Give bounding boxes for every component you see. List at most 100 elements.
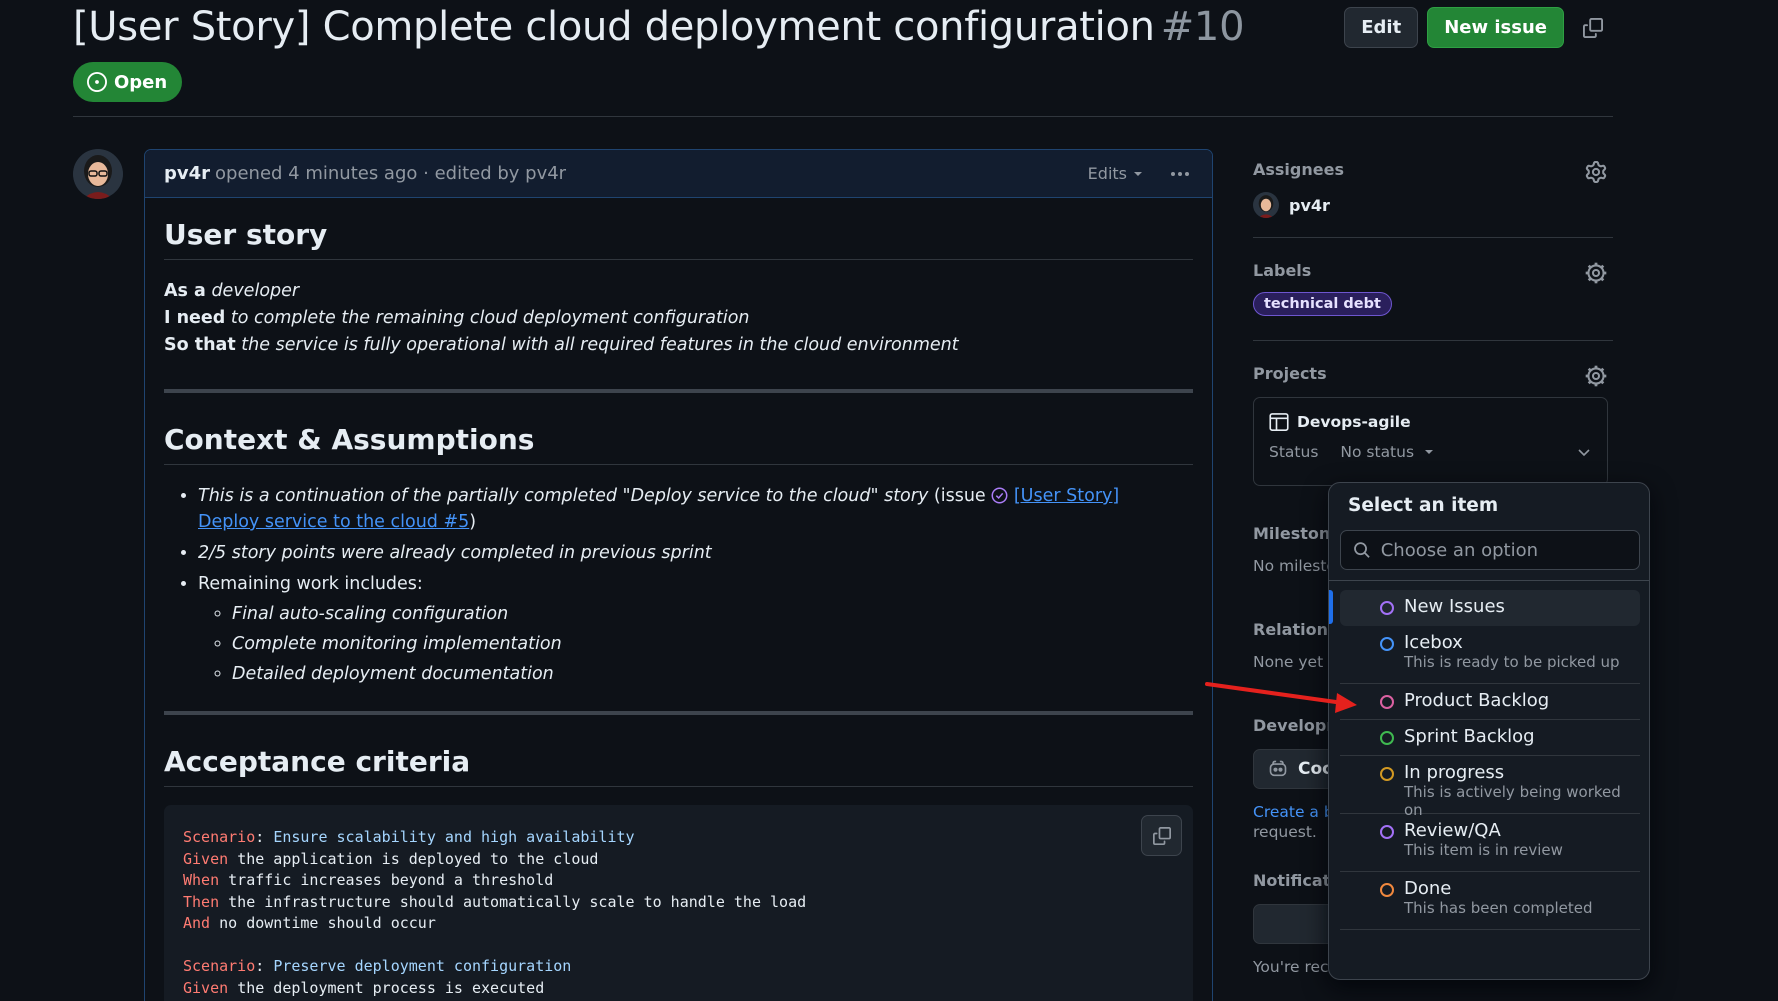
edit-button[interactable]: Edit	[1344, 7, 1419, 48]
code-separator	[228, 850, 237, 868]
select-menu-item[interactable]: New Issues	[1340, 590, 1640, 626]
select-menu-item-label: Sprint Backlog	[1404, 726, 1535, 747]
as-a-value: developer	[211, 281, 300, 301]
header-actions: Edit New issue	[1344, 7, 1613, 48]
assignees-title: Assignees	[1253, 160, 1344, 179]
issue-open-icon	[87, 72, 107, 92]
project-name: Devops-agile	[1297, 413, 1411, 431]
select-menu-item-description: This is ready to be picked up	[1404, 653, 1620, 671]
edits-dropdown[interactable]: Edits	[1088, 164, 1143, 183]
select-menu-item[interactable]: Product Backlog	[1340, 684, 1640, 720]
code-line: Scenario: Preserve deployment configurat…	[183, 956, 1174, 978]
edits-label: Edits	[1087, 164, 1127, 183]
more-options-icon[interactable]	[1167, 171, 1193, 177]
gear-icon[interactable]	[1585, 262, 1607, 284]
select-menu-item[interactable]: Icebox This is ready to be picked up	[1340, 626, 1640, 684]
search-input[interactable]	[1380, 539, 1627, 561]
labels-section: Labels technical debt	[1253, 238, 1613, 340]
code-separator: :	[255, 828, 274, 846]
issue-state-badge: Open	[73, 62, 183, 102]
assignee-name: pv4r	[1289, 195, 1330, 215]
select-menu-list: New Issues Icebox This is ready to be pick…	[1329, 590, 1649, 930]
select-menu-item[interactable]: Done This has been completed	[1340, 872, 1640, 930]
table-icon	[1269, 413, 1289, 431]
projects-title: Projects	[1253, 364, 1327, 383]
code-lines: Scenario: Ensure scalability and high av…	[183, 827, 1174, 999]
acceptance-heading: Acceptance criteria	[164, 745, 1193, 787]
comment-meta: opened 4 minutes ago · edited by pv4r	[215, 163, 567, 184]
new-issue-button[interactable]: New issue	[1427, 7, 1564, 48]
status-label: Status	[1269, 443, 1319, 461]
code-text: no downtime should occur	[219, 914, 436, 932]
gear-icon[interactable]	[1585, 161, 1607, 183]
context-item-prefix: (issue	[933, 486, 986, 506]
list-item: Complete monitoring implementation	[232, 631, 1193, 657]
status-circle-icon	[1380, 825, 1394, 839]
select-menu-item-description: This has been completed	[1404, 899, 1593, 917]
code-text: the deployment process is executed	[237, 978, 545, 997]
chevron-down-icon[interactable]	[1576, 444, 1592, 460]
acceptance-code-block: Scenario: Ensure scalability and high av…	[164, 805, 1193, 1001]
code-text: Ensure scalability and high availability	[273, 828, 635, 846]
sub-item-2: Complete monitoring implementation	[232, 634, 562, 654]
issue-number: #10	[1160, 4, 1245, 50]
annotation-arrow	[1205, 682, 1357, 713]
select-menu-item[interactable]: Sprint Backlog	[1340, 720, 1640, 756]
select-menu-item-description: This item is in review	[1404, 841, 1563, 859]
author-avatar[interactable]	[73, 149, 123, 199]
caret-down-icon	[1134, 171, 1142, 176]
code-line: Scenario: Ensure scalability and high av…	[183, 827, 1174, 849]
context-item-text: This is a continuation of the partially …	[198, 486, 929, 506]
code-separator	[210, 914, 219, 932]
code-separator	[219, 871, 228, 889]
code-keyword: Given	[183, 849, 229, 868]
select-menu-item-label: Done	[1404, 878, 1452, 899]
code-keyword: Then	[183, 892, 220, 911]
as-a-label: As a	[164, 281, 206, 301]
status-circle-icon	[1380, 695, 1394, 709]
status-select-menu: Select an item New Issues IceboxThis is r…	[1328, 482, 1650, 980]
gear-icon[interactable]	[1585, 365, 1607, 387]
code-keyword: Given	[183, 978, 229, 997]
select-menu-item[interactable]: In progress This is actively being worked…	[1340, 756, 1640, 819]
so-that-value: the service is fully operational with al…	[241, 335, 959, 355]
list-item: Remaining work includes: Final auto-scal…	[198, 571, 1193, 687]
context-item-2: 2/5 story points were already completed …	[198, 543, 712, 563]
issue-page: [User Story] Complete cloud deployment c…	[0, 0, 1778, 1001]
assignee-item[interactable]: pv4r	[1253, 192, 1613, 218]
search-icon	[1354, 542, 1370, 558]
code-text: the application is deployed to the cloud	[237, 849, 599, 868]
select-menu-item-label: Icebox	[1404, 632, 1463, 653]
list-item: 2/5 story points were already completed …	[198, 540, 1193, 566]
so-that-label: So that	[164, 335, 236, 355]
section-divider	[164, 389, 1193, 393]
project-name-row[interactable]: Devops-agile	[1269, 412, 1592, 432]
issue-title-text: [User Story] Complete cloud deployment c…	[73, 4, 1155, 50]
select-menu-item-label: Review/QA	[1404, 820, 1501, 841]
copy-link-icon[interactable]	[1573, 8, 1613, 48]
status-value[interactable]: No status	[1340, 443, 1434, 461]
comment-header: pv4r opened 4 minutes ago · edited by pv…	[145, 150, 1212, 198]
select-menu-search[interactable]	[1340, 530, 1640, 570]
select-menu-item-label: New Issues	[1404, 596, 1505, 617]
code-line: And no downtime should occur	[183, 913, 1174, 935]
copy-icon	[1152, 826, 1171, 845]
select-menu-item[interactable]: Review/QA This item is in review	[1340, 814, 1640, 872]
code-separator	[219, 893, 228, 911]
context-item-suffix: )	[469, 512, 477, 532]
context-list: This is a continuation of the partially …	[198, 483, 1193, 687]
comment-author-link[interactable]: pv4r	[164, 163, 210, 184]
status-value-text: No status	[1340, 443, 1415, 461]
project-status-row[interactable]: Status No status	[1269, 443, 1592, 461]
code-keyword: And	[183, 914, 211, 932]
issue-state-label: Open	[114, 71, 168, 93]
copy-code-button[interactable]	[1141, 815, 1182, 856]
user-story-heading: User story	[164, 218, 1193, 260]
labels-title: Labels	[1253, 261, 1312, 280]
issue-closed-icon	[991, 487, 1008, 504]
select-menu-divider	[1329, 580, 1649, 581]
copilot-icon	[1269, 760, 1287, 777]
so-that-line: So that the service is fully operational…	[164, 332, 1193, 359]
code-separator	[228, 979, 237, 997]
label-technical-debt[interactable]: technical debt	[1253, 292, 1392, 316]
